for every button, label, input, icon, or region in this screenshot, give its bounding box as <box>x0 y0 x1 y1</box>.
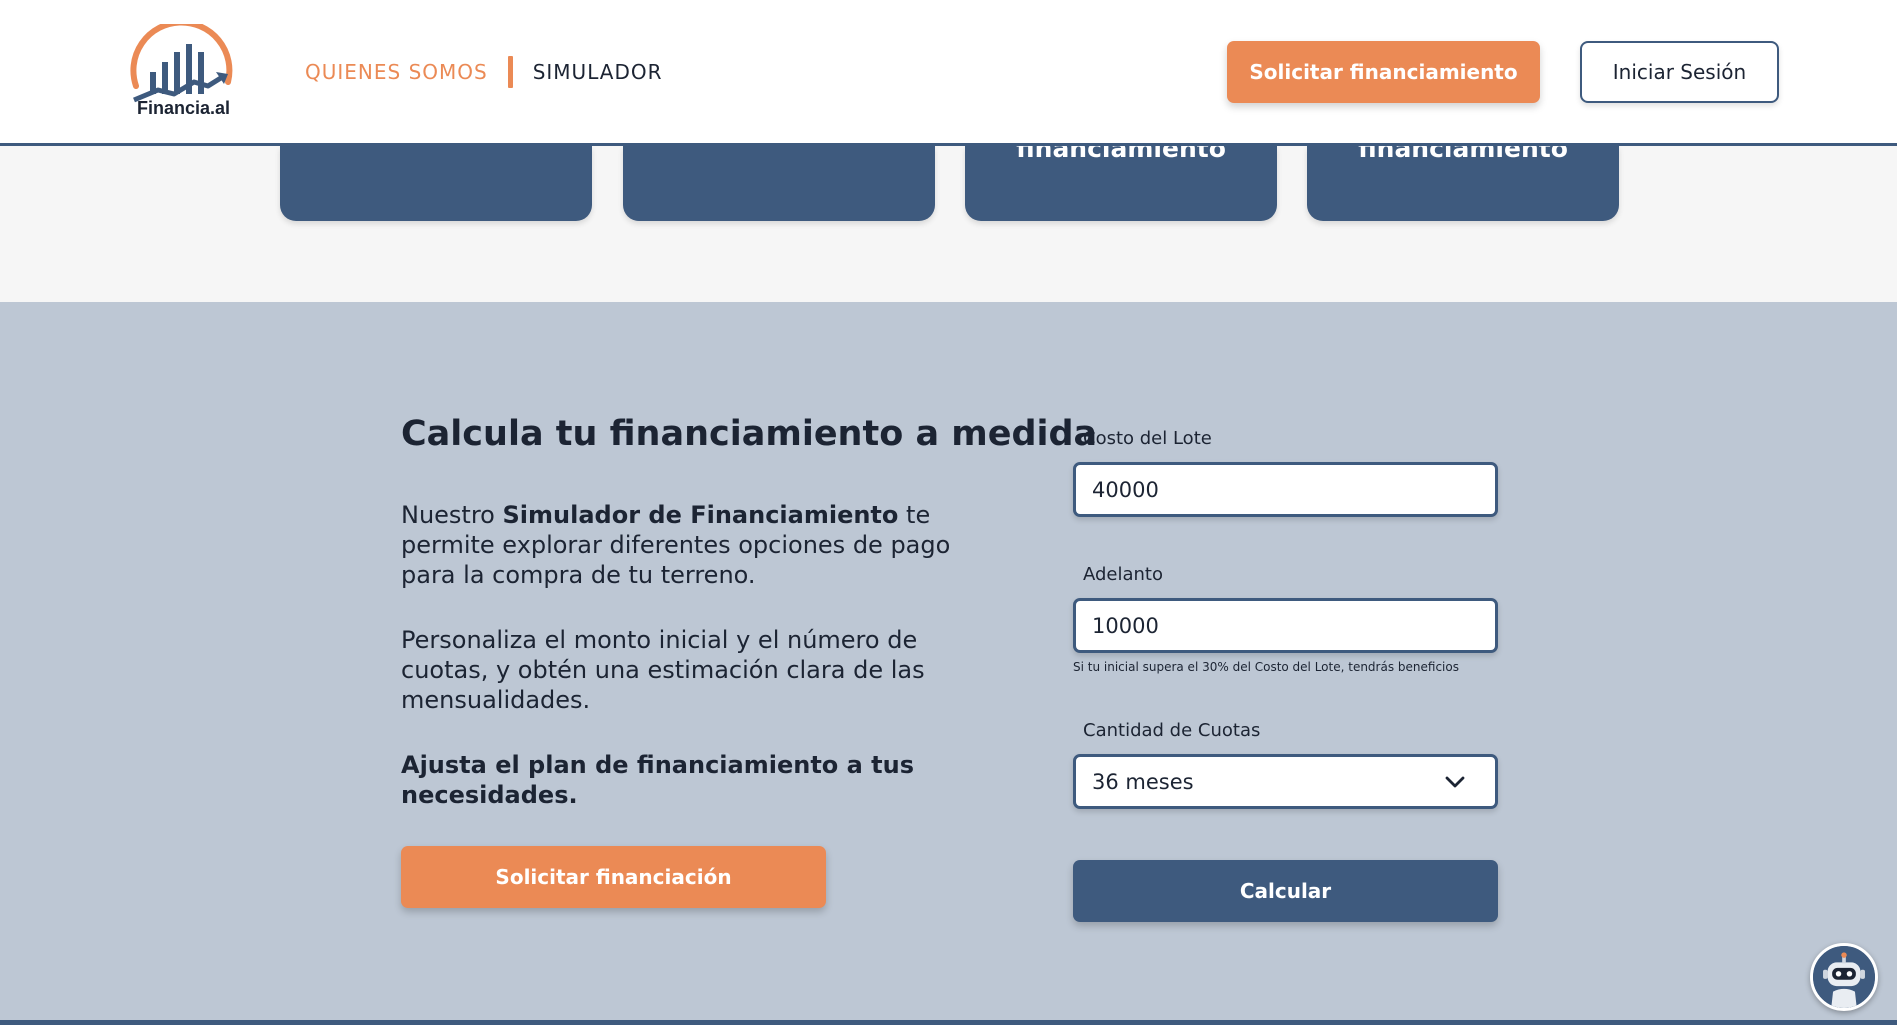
intro-bold: Simulador de Financiamiento <box>502 501 899 529</box>
chatbot-button[interactable] <box>1810 943 1878 1011</box>
site-header: Financia.al QUIENES SOMOS SIMULADOR Soli… <box>0 0 1897 146</box>
feature-card[interactable] <box>623 146 935 221</box>
chevron-down-icon <box>1445 776 1465 788</box>
page-root: Financia.al QUIENES SOMOS SIMULADOR Soli… <box>0 0 1897 1025</box>
cards-strip: financiamiento financiamiento <box>0 146 1897 302</box>
down-payment-input[interactable] <box>1073 598 1498 653</box>
nav-simulador[interactable]: SIMULADOR <box>533 60 663 84</box>
down-payment-label: Adelanto <box>1083 564 1164 585</box>
installments-label: Cantidad de Cuotas <box>1083 720 1261 741</box>
installments-selected-value: 36 meses <box>1092 770 1194 794</box>
lot-cost-label: Costo del Lote <box>1083 428 1212 449</box>
intro-prefix: Nuestro <box>401 501 503 529</box>
feature-card-text: financiamiento <box>1016 146 1226 163</box>
robot-icon <box>1813 946 1875 1008</box>
nav-separator <box>507 56 513 88</box>
logo-text: Financia.al <box>137 98 231 118</box>
calculate-button[interactable]: Calcular <box>1073 860 1498 922</box>
request-financing-button[interactable]: Solicitar financiamiento <box>1227 41 1540 103</box>
simulator-title: Calcula tu financiamiento a medida <box>401 414 1098 454</box>
section-bottom-border <box>0 1020 1897 1025</box>
feature-card[interactable]: financiamiento <box>1307 146 1619 221</box>
feature-card[interactable]: financiamiento <box>965 146 1277 221</box>
nav-quienes-somos[interactable]: QUIENES SOMOS <box>305 60 488 84</box>
request-financing-section-button[interactable]: Solicitar financiación <box>401 846 826 908</box>
installments-select[interactable]: 36 meses <box>1073 754 1498 809</box>
simulator-description: Personaliza el monto inicial y el número… <box>401 626 925 714</box>
login-button[interactable]: Iniciar Sesión <box>1580 41 1779 103</box>
feature-card-text: financiamiento <box>1358 146 1568 163</box>
lot-cost-input[interactable] <box>1073 462 1498 517</box>
simulator-tagline: Ajusta el plan de financiamiento a tus n… <box>401 751 915 809</box>
main-nav: QUIENES SOMOS SIMULADOR <box>305 56 663 88</box>
feature-card[interactable] <box>280 146 592 221</box>
simulator-intro: Nuestro Simulador de Financiamiento te p… <box>401 500 961 590</box>
down-payment-hint: Si tu inicial supera el 30% del Costo de… <box>1073 660 1459 674</box>
